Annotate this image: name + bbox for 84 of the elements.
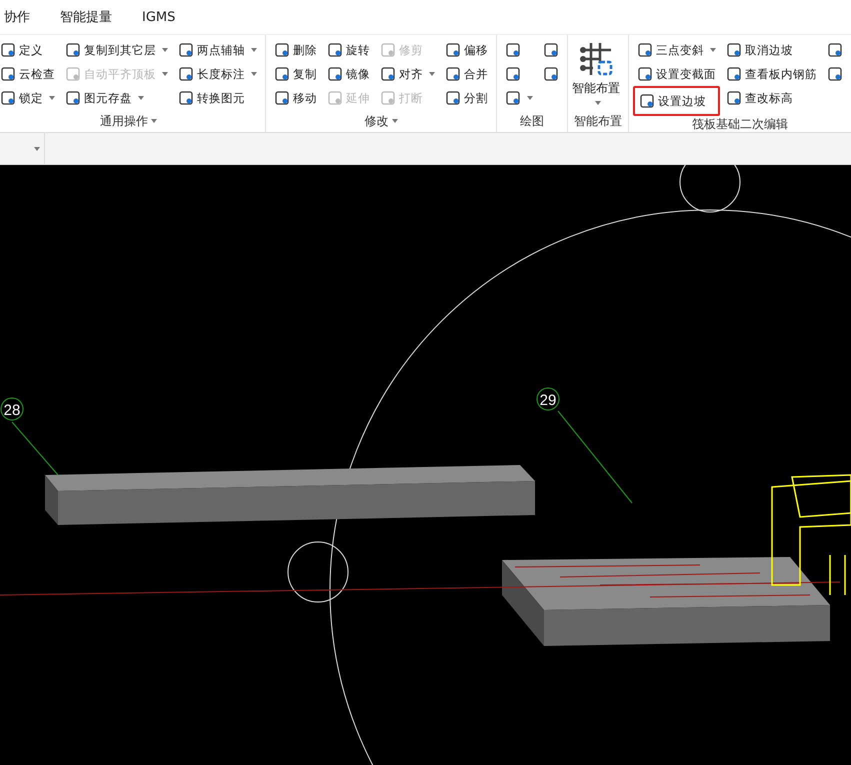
tool-icon: [543, 66, 559, 82]
tool-icon: [380, 90, 396, 106]
ribbon-button[interactable]: 设置变截面: [633, 62, 720, 86]
tool-icon: [726, 66, 742, 82]
ribbon-tab[interactable]: 协作: [2, 4, 32, 30]
tool-icon: [380, 42, 396, 58]
ribbon-button[interactable]: 复制: [270, 62, 321, 86]
tool-icon: [0, 90, 16, 106]
tool-icon: [543, 42, 559, 58]
group-title: 筏板基础二次编辑: [691, 116, 789, 132]
ribbon-button[interactable]: 云检查: [0, 62, 59, 86]
smart-layout-button[interactable]: 智能布置: [572, 38, 620, 110]
ribbon-button[interactable]: 复制到其它层: [61, 38, 172, 62]
tool-icon: [65, 42, 81, 58]
caret-icon: [162, 48, 168, 52]
group-title: 通用操作: [0, 110, 261, 132]
group-title: 智能布置: [573, 112, 623, 130]
ribbon-button[interactable]: 两点辅轴: [174, 38, 261, 62]
tool-icon: [505, 66, 521, 82]
ribbon-button[interactable]: 删除: [270, 38, 321, 62]
ribbon-button[interactable]: 转换图元: [174, 86, 261, 110]
tool-icon: [639, 93, 655, 109]
ribbon-button[interactable]: 查看板内钢筋: [722, 62, 821, 86]
caret-icon: [251, 48, 257, 52]
group-title: 修改: [270, 110, 492, 132]
tool-icon: [505, 42, 521, 58]
3d-view-canvas[interactable]: 28 29: [0, 165, 851, 765]
caret-icon: [138, 96, 144, 100]
ribbon-tab[interactable]: IGMS: [140, 6, 178, 28]
tool-icon: [637, 66, 653, 82]
ribbon-button[interactable]: 合并: [441, 62, 492, 86]
group-title: 绘图: [519, 112, 545, 130]
ribbon-button[interactable]: 对齐: [376, 62, 439, 86]
leader-line: [12, 422, 58, 476]
ribbon-button[interactable]: 取消边坡: [722, 38, 821, 62]
grid-icon: [579, 42, 613, 76]
ribbon-button[interactable]: 三点变斜: [633, 38, 720, 62]
caret-icon: [594, 101, 600, 105]
ribbon-button[interactable]: 旋转: [323, 38, 374, 62]
tool-icon: [445, 90, 461, 106]
tool-icon: [178, 90, 194, 106]
tool-icon: [178, 42, 194, 58]
ribbon-button[interactable]: 长度标注: [174, 62, 261, 86]
tool-icon: [327, 42, 343, 58]
ribbon-tab[interactable]: 智能提量: [58, 4, 114, 30]
tool-icon: [827, 42, 843, 58]
tool-icon: [0, 66, 16, 82]
ribbon-button[interactable]: 设置边坡: [633, 86, 720, 116]
axis-label: 29: [536, 388, 560, 410]
ribbon-button[interactable]: 锁定: [0, 86, 59, 110]
ribbon-button[interactable]: 移动: [270, 86, 321, 110]
tool-icon: [274, 66, 290, 82]
axis-label: 28: [0, 398, 24, 420]
caret-icon: [392, 119, 398, 123]
tool-icon: [505, 90, 521, 106]
caret-icon: [162, 72, 168, 76]
tool-icon: [445, 42, 461, 58]
caret-icon: [251, 72, 257, 76]
caret-icon: [49, 96, 55, 100]
ribbon-button[interactable]: 镜像: [323, 62, 374, 86]
ribbon-button[interactable]: 图元存盘: [61, 86, 172, 110]
tool-icon: [65, 90, 81, 106]
tool-icon: [274, 90, 290, 106]
tool-icon: [65, 66, 81, 82]
caret-icon: [429, 72, 435, 76]
ribbon-button[interactable]: 查改标高: [722, 86, 821, 110]
caret-icon: [34, 146, 40, 150]
ribbon-button[interactable]: 偏移: [441, 38, 492, 62]
tool-icon: [827, 66, 843, 82]
tool-icon: [0, 42, 16, 58]
caret-icon: [527, 96, 533, 100]
tool-icon: [274, 42, 290, 58]
tool-icon: [380, 66, 396, 82]
tool-icon: [178, 66, 194, 82]
tool-icon: [327, 90, 343, 106]
tool-icon: [445, 66, 461, 82]
tool-icon: [637, 42, 653, 58]
tool-icon: [327, 66, 343, 82]
tool-icon: [726, 42, 742, 58]
tool-icon: [726, 90, 742, 106]
caret-icon: [151, 119, 157, 123]
ribbon-button[interactable]: 分割: [441, 86, 492, 110]
ribbon-button[interactable]: 定义: [0, 38, 59, 62]
caret-icon: [710, 48, 716, 52]
